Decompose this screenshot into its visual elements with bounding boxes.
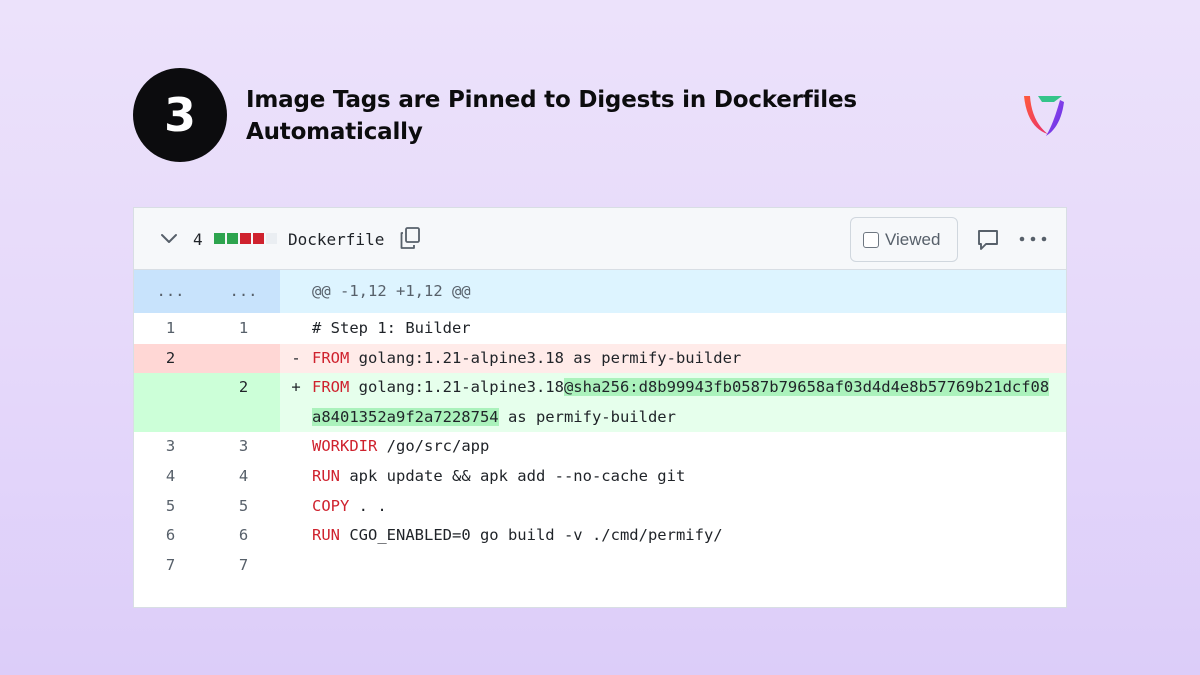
code-keyword: RUN xyxy=(312,467,340,486)
old-line-number[interactable]: 4 xyxy=(134,462,207,492)
diffstat-block xyxy=(227,233,238,244)
code-rest: golang:1.21-alpine3.18 as permify-builde… xyxy=(349,348,742,367)
old-line-number[interactable]: 1 xyxy=(134,314,207,344)
diff-sign xyxy=(280,270,312,313)
code-keyword: FROM xyxy=(312,348,350,367)
diff-line: 1 1 # Step 1: Builder xyxy=(134,314,1066,344)
diff-sign: + xyxy=(291,378,301,397)
chevron-down-icon[interactable] xyxy=(160,232,178,246)
hunk-header-row[interactable]: ... ... @@ -1,12 +1,12 @@ xyxy=(134,270,1066,313)
code-text: WORKDIR /go/src/app xyxy=(312,432,1066,462)
diff-body: ... ... @@ -1,12 +1,12 @@ 1 1 # Step 1: … xyxy=(134,270,1066,581)
new-line-number[interactable]: 2 xyxy=(207,373,280,433)
code-rest: CGO_ENABLED=0 go build -v ./cmd/permify/ xyxy=(340,526,723,545)
diff-line: 5 5 COPY . . xyxy=(134,492,1066,522)
code-tail: as permify-builder xyxy=(498,407,676,426)
kebab-menu-icon[interactable] xyxy=(1018,234,1048,244)
code-text: # Step 1: Builder xyxy=(312,319,471,337)
slide-title: Image Tags are Pinned to Digests in Dock… xyxy=(246,84,886,148)
diff-sign xyxy=(280,551,312,581)
code-keyword: COPY xyxy=(312,496,350,515)
diff-panel: 4 Dockerfile Viewed ... ... @@ -1,12 +1,… xyxy=(133,207,1067,608)
diff-file-header: 4 Dockerfile Viewed xyxy=(134,208,1066,270)
diff-sign xyxy=(280,492,312,522)
old-line-number[interactable]: ... xyxy=(134,270,207,313)
file-name-link[interactable]: Dockerfile xyxy=(288,230,384,249)
step-number: 3 xyxy=(163,88,196,142)
viewed-label: Viewed xyxy=(885,229,941,249)
brand-logo-icon xyxy=(1024,96,1064,136)
comment-icon[interactable] xyxy=(976,228,1000,252)
diff-sign xyxy=(280,521,312,551)
code-rest: /go/src/app xyxy=(377,437,490,456)
step-number-badge: 3 xyxy=(133,68,227,162)
old-line-number[interactable]: 5 xyxy=(134,492,207,522)
diff-line: 6 6 RUN CGO_ENABLED=0 go build -v ./cmd/… xyxy=(134,521,1066,551)
change-count: 4 xyxy=(193,230,203,249)
added-line: 2 + FROM golang:1.21-alpine3.18@sha256:d… xyxy=(134,373,1066,433)
new-line-number[interactable]: 1 xyxy=(207,314,280,344)
slide-title-line-2: Automatically xyxy=(246,119,423,145)
code-keyword: WORKDIR xyxy=(312,437,378,456)
diff-line: 7 7 xyxy=(134,551,1066,581)
diffstat-block xyxy=(253,233,264,244)
old-line-number[interactable]: 2 xyxy=(134,343,207,374)
new-line-number[interactable]: ... xyxy=(207,270,280,313)
copy-icon[interactable] xyxy=(398,226,422,250)
code-rest: apk update && apk add --no-cache git xyxy=(340,467,686,486)
new-line-number[interactable]: 4 xyxy=(207,462,280,492)
code-text: FROM golang:1.21-alpine3.18 as permify-b… xyxy=(312,344,1066,374)
new-line-number[interactable]: 7 xyxy=(207,551,280,581)
code-text: FROM golang:1.21-alpine3.18@sha256:d8b99… xyxy=(312,373,1066,432)
old-line-number[interactable]: 6 xyxy=(134,521,207,551)
old-line-number[interactable] xyxy=(134,373,207,433)
diff-sign xyxy=(280,314,312,344)
diff-line: 4 4 RUN apk update && apk add --no-cache… xyxy=(134,462,1066,492)
diffstat-blocks xyxy=(214,233,277,244)
new-line-number[interactable]: 3 xyxy=(207,432,280,462)
diff-sign xyxy=(280,432,312,462)
diffstat-block xyxy=(266,233,277,244)
diff-sign: - xyxy=(291,348,301,367)
code-text: COPY . . xyxy=(312,492,1066,522)
hunk-header-text: @@ -1,12 +1,12 @@ xyxy=(312,282,471,300)
diff-line: 3 3 WORKDIR /go/src/app xyxy=(134,432,1066,462)
new-line-number[interactable]: 6 xyxy=(207,521,280,551)
slide-title-line-1: Image Tags are Pinned to Digests in Dock… xyxy=(246,87,857,113)
deleted-line: 2 - FROM golang:1.21-alpine3.18 as permi… xyxy=(134,343,1066,374)
viewed-checkbox[interactable] xyxy=(863,231,879,248)
code-keyword: RUN xyxy=(312,526,340,545)
viewed-checkbox-button[interactable]: Viewed xyxy=(850,217,958,262)
code-rest: . . xyxy=(349,496,387,515)
code-rest: golang:1.21-alpine3.18 xyxy=(349,378,564,397)
code-text: RUN apk update && apk add --no-cache git xyxy=(312,462,1066,492)
old-line-number[interactable]: 7 xyxy=(134,551,207,581)
new-line-number[interactable]: 5 xyxy=(207,492,280,522)
diff-sign xyxy=(280,462,312,492)
code-text: RUN CGO_ENABLED=0 go build -v ./cmd/perm… xyxy=(312,521,1066,551)
diffstat-block xyxy=(214,233,225,244)
old-line-number[interactable]: 3 xyxy=(134,432,207,462)
new-line-number[interactable] xyxy=(207,343,280,374)
code-keyword: FROM xyxy=(312,378,350,397)
diffstat-block xyxy=(240,233,251,244)
